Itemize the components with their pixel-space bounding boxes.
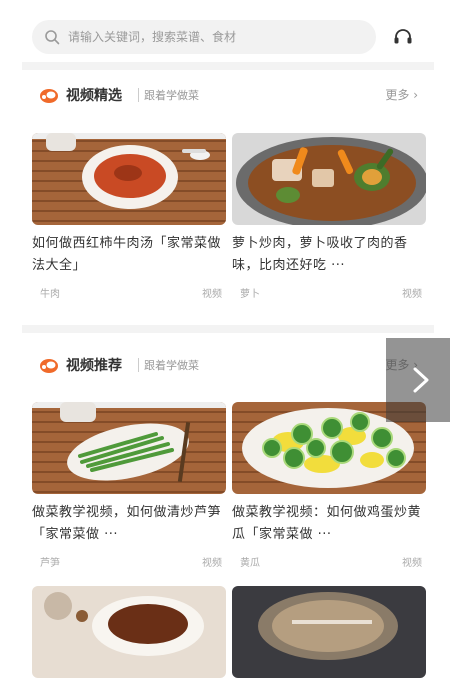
dish-image xyxy=(32,586,226,678)
section-title: 视频精选 xyxy=(66,88,122,104)
section-header: 视频精选 跟着学做菜 更多 › xyxy=(22,80,434,110)
dish-image xyxy=(232,133,426,225)
dish-image xyxy=(32,133,226,225)
type-tag: 视频 xyxy=(402,289,422,300)
video-card[interactable] xyxy=(32,586,226,678)
search-placeholder: 请输入关键词，搜索菜谱、食材 xyxy=(68,30,237,44)
card-meta: 黄瓜 视频 xyxy=(232,554,426,570)
card-title: 萝卜炒肉，萝卜吸收了肉的香味，比肉还好吃 ··· xyxy=(232,236,408,273)
more-label: 更多 xyxy=(385,88,410,102)
chef-hat-icon xyxy=(40,359,58,373)
card-title: 做菜教学视频：如何做鸡蛋炒黄瓜「家常菜做 ··· xyxy=(232,505,422,542)
page: 请输入关键词，搜索菜谱、食材 视频精选 跟着学做菜 更多 › 如何做西红柿牛肉汤… xyxy=(22,0,450,678)
dish-image xyxy=(232,586,426,678)
headset-icon[interactable] xyxy=(392,26,414,48)
ingredient-tag: 萝卜 xyxy=(240,289,260,300)
card-title: 如何做西红柿牛肉汤「家常菜做法大全」 xyxy=(32,236,222,273)
separator xyxy=(138,358,139,372)
dish-image xyxy=(32,402,226,494)
video-card[interactable]: 做菜教学视频，如何做清炒芦笋「家常菜做 ··· 芦笋 视频 xyxy=(32,402,226,570)
card-meta: 牛肉 视频 xyxy=(32,285,226,301)
divider xyxy=(22,62,434,70)
section-header: 视频推荐 跟着学做菜 更多 › xyxy=(22,350,434,380)
section-subtitle: 跟着学做菜 xyxy=(144,359,199,372)
card-meta: 芦笋 视频 xyxy=(32,554,226,570)
ingredient-tag: 牛肉 xyxy=(40,289,60,300)
card-meta: 萝卜 视频 xyxy=(232,285,426,301)
chevron-right-icon xyxy=(413,367,429,393)
section-title: 视频推荐 xyxy=(66,358,122,374)
chef-hat-icon xyxy=(40,89,58,103)
video-card[interactable] xyxy=(232,586,426,678)
type-tag: 视频 xyxy=(202,289,222,300)
separator xyxy=(138,88,139,102)
search-input[interactable]: 请输入关键词，搜索菜谱、食材 xyxy=(32,20,376,54)
divider xyxy=(22,325,434,333)
type-tag: 视频 xyxy=(402,558,422,569)
more-link[interactable]: 更多 › xyxy=(385,86,418,103)
type-tag: 视频 xyxy=(202,558,222,569)
section-subtitle: 跟着学做菜 xyxy=(144,89,199,102)
ingredient-tag: 芦笋 xyxy=(40,558,60,569)
video-card[interactable]: 如何做西红柿牛肉汤「家常菜做法大全」 牛肉 视频 xyxy=(32,133,226,301)
video-card[interactable]: 做菜教学视频：如何做鸡蛋炒黄瓜「家常菜做 ··· 黄瓜 视频 xyxy=(232,402,426,570)
search-bar: 请输入关键词，搜索菜谱、食材 xyxy=(30,20,426,54)
chevron-right-icon: › xyxy=(413,88,418,102)
ingredient-tag: 黄瓜 xyxy=(240,558,260,569)
next-button[interactable] xyxy=(386,338,450,422)
search-icon xyxy=(45,30,60,45)
card-title: 做菜教学视频，如何做清炒芦笋「家常菜做 ··· xyxy=(32,505,222,542)
video-card[interactable]: 萝卜炒肉，萝卜吸收了肉的香味，比肉还好吃 ··· 萝卜 视频 xyxy=(232,133,426,301)
